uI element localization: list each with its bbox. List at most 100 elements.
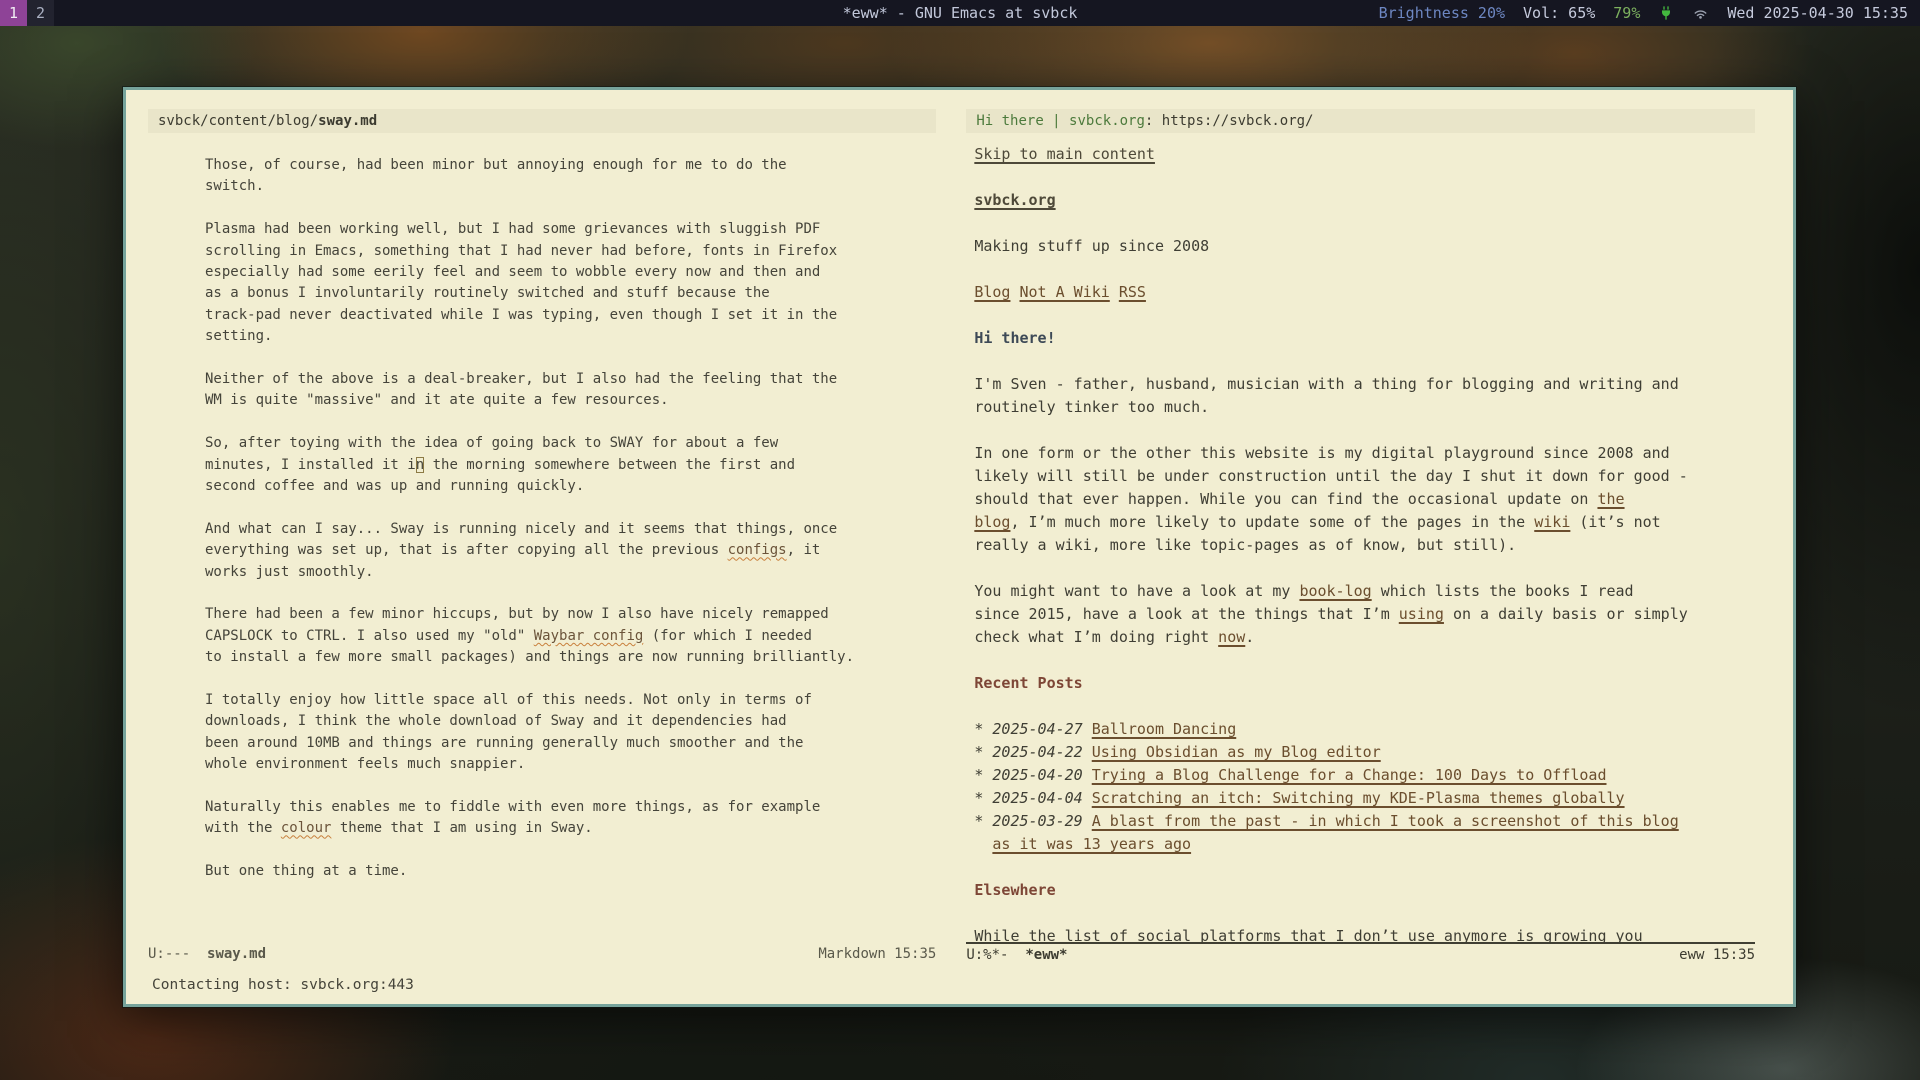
text-segment: In one form or the other this website is…: [974, 444, 1670, 462]
eww-link[interactable]: Scratching an itch: Switching my KDE-Pla…: [1092, 789, 1625, 807]
text-line: Recent Posts: [974, 672, 1773, 695]
markdown-paragraph: Plasma had been working well, but I had …: [205, 219, 936, 347]
eww-link[interactable]: RSS: [1119, 283, 1146, 301]
text-line: blog, I’m much more likely to update som…: [974, 511, 1773, 534]
text-line: switch.: [205, 176, 936, 197]
mode-line-left: U:%*- *eww*: [966, 947, 1068, 963]
eww-link[interactable]: A blast from the past - in which I took …: [1092, 812, 1679, 830]
text-segment: WM is quite "massive" and it ate quite a…: [205, 392, 669, 409]
markdown-paragraph: Those, of course, had been minor but ann…: [205, 155, 936, 198]
text-segment: been around 10MB and things are running …: [205, 734, 804, 751]
text-segment: *: [974, 812, 993, 830]
text-segment: with the: [205, 820, 281, 837]
text-segment: And what can I say... Sway is running ni…: [205, 520, 838, 537]
markdown-paragraph: So, after toying with the idea of going …: [205, 433, 936, 497]
eww-link[interactable]: Not A Wiki: [1019, 283, 1109, 301]
mode-line-left: U:--- sway.md: [148, 946, 267, 962]
page-title: Hi there | svbck.org: [976, 113, 1145, 129]
text-segment: which lists the books I read: [1371, 582, 1634, 600]
text-segment: *: [974, 766, 993, 784]
eww-link[interactable]: now: [1218, 628, 1245, 646]
text-segment: I totally enjoy how little space all of …: [205, 692, 812, 709]
text-segment: Elsewhere: [974, 881, 1056, 899]
workspace-button-1[interactable]: 1: [0, 0, 27, 26]
text-segment: since 2015, have a look at the things th…: [974, 605, 1399, 623]
volume-indicator: Vol: 65%: [1523, 4, 1596, 22]
text-line: second coffee and was up and running qui…: [205, 476, 936, 497]
text-segment: likely will still be under construction …: [974, 467, 1688, 485]
text-segment: Recent Posts: [974, 674, 1083, 692]
text-segment: [1083, 766, 1092, 784]
text-segment: Making stuff up since 2008: [974, 237, 1210, 255]
eww-link[interactable]: wiki: [1534, 513, 1570, 531]
markdown-buffer-text[interactable]: Those, of course, had been minor but ann…: [126, 133, 960, 942]
emacs-frame: svbck/content/blog/sway.md Those, of cou…: [123, 87, 1796, 1007]
text-line: Making stuff up since 2008: [974, 235, 1773, 258]
eww-link[interactable]: Trying a Blog Challenge for a Change: 10…: [1092, 766, 1607, 784]
eww-link[interactable]: Ballroom Dancing: [1092, 720, 1237, 738]
mode-line-markdown: U:--- sway.md Markdown 15:35: [148, 942, 936, 966]
text-segment: CAPSLOCK to CTRL. I also used my "old": [205, 627, 534, 644]
eww-link[interactable]: Skip to main content: [974, 145, 1155, 163]
eww-link[interactable]: using: [1399, 605, 1444, 623]
text-segment: [1083, 812, 1092, 830]
text-line: should that ever happen. While you can f…: [974, 488, 1773, 511]
text-segment: 2025-04-22: [992, 743, 1083, 761]
eww-link[interactable]: as it was 13 years ago: [992, 835, 1191, 853]
text-segment: There had been a few minor hiccups, but …: [205, 606, 829, 623]
header-line-page-title: Hi there | svbck.org: https://svbck.org/: [966, 109, 1755, 133]
eww-link[interactable]: the: [1597, 490, 1624, 508]
status-indicators: Brightness 20% Vol: 65% 79% Wed 2025-04-…: [1379, 4, 1920, 22]
text-line: * 2025-04-22 Using Obsidian as my Blog e…: [974, 741, 1773, 764]
text-line: likely will still be under construction …: [974, 465, 1773, 488]
eww-link[interactable]: book-log: [1299, 582, 1371, 600]
text-line: been around 10MB and things are running …: [205, 733, 936, 754]
wifi-icon: [1692, 5, 1709, 22]
text-line: Naturally this enables me to fiddle with…: [205, 797, 936, 818]
text-line: I totally enjoy how little space all of …: [205, 690, 936, 711]
text-line: especially had some eerily feel and seem…: [205, 262, 936, 283]
text-segment: [1083, 743, 1092, 761]
text-line: as it was 13 years ago: [974, 833, 1773, 856]
echo-message: Contacting host: svbck.org:443: [152, 977, 414, 993]
clock: Wed 2025-04-30 15:35: [1727, 4, 1908, 22]
text-line: But one thing at a time.: [205, 861, 936, 882]
eww-link[interactable]: Blog: [974, 283, 1010, 301]
text-line: In one form or the other this website is…: [974, 442, 1773, 465]
emacs-windows: svbck/content/blog/sway.md Those, of cou…: [126, 90, 1793, 966]
text-line: since 2015, have a look at the things th…: [974, 603, 1773, 626]
text-segment: I'm Sven - father, husband, musician wit…: [974, 375, 1679, 393]
text-segment: scrolling in Emacs, something that I had…: [205, 242, 838, 259]
text-segment: track-pad never deactivated while I was …: [205, 306, 838, 323]
eww-link[interactable]: Using Obsidian as my Blog editor: [1092, 743, 1381, 761]
text-segment: on a daily basis or simply: [1443, 605, 1688, 623]
text-segment: check what I’m doing right: [974, 628, 1219, 646]
brightness-indicator: Brightness 20%: [1378, 4, 1506, 22]
eww-link[interactable]: blog: [974, 513, 1010, 531]
text-segment: the morning somewhere between the first …: [424, 456, 796, 473]
text-segment: (it’s not: [1570, 513, 1661, 531]
text-segment: (for which I needed: [643, 627, 812, 644]
eww-buffer-text[interactable]: Skip to main content svbck.org Making st…: [960, 133, 1793, 942]
text-segment: [1083, 789, 1092, 807]
workspace-button-2[interactable]: 2: [27, 0, 54, 26]
text-line: * 2025-04-20 Trying a Blog Challenge for…: [974, 764, 1773, 787]
eww-link[interactable]: svbck.org: [974, 191, 1055, 209]
text-segment: second coffee and was up and running qui…: [205, 478, 585, 495]
text-line: works just smoothly.: [205, 562, 936, 583]
text-segment: especially had some eerily feel and seem…: [205, 264, 821, 281]
text-segment: 2025-04-04: [992, 789, 1083, 807]
text-line: really a wiki, more like topic-pages as …: [974, 534, 1773, 557]
eww-buffer-window: Hi there | svbck.org: https://svbck.org/…: [960, 90, 1793, 966]
text-segment: While the list of social platforms that …: [974, 927, 1643, 942]
markdown-paragraph: There had been a few minor hiccups, but …: [205, 604, 936, 668]
text-line: with the colour theme that I am using in…: [205, 818, 936, 839]
mode-line-right: eww 15:35: [1679, 947, 1755, 963]
